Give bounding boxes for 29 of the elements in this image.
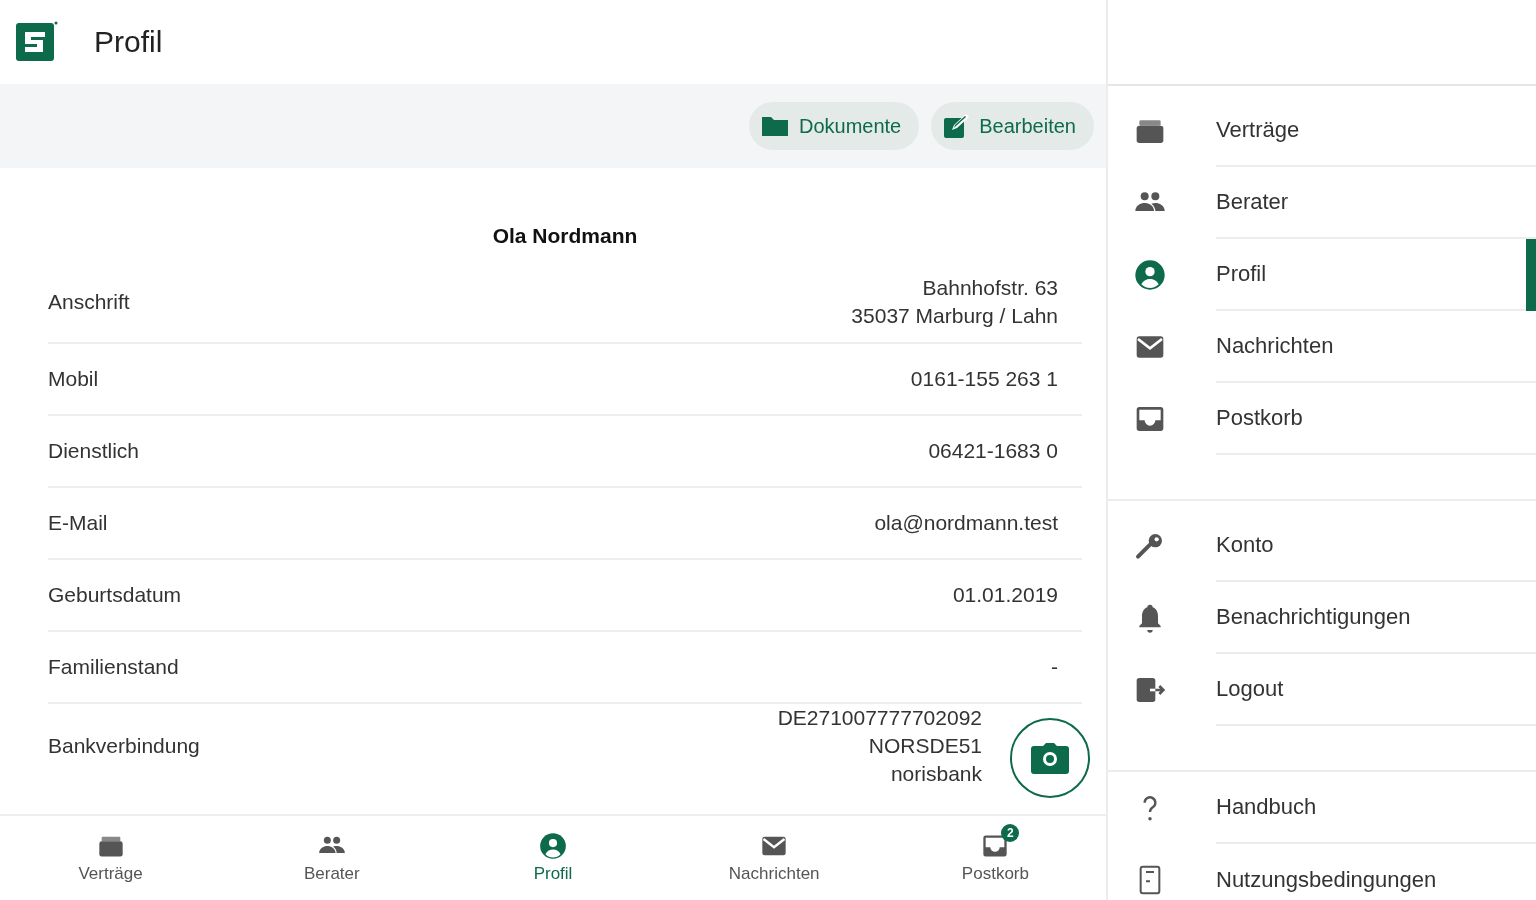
field-value: NORSDE51 xyxy=(868,733,982,759)
page-title: Profil xyxy=(94,25,163,59)
field-value: 35037 Marburg / Lahn xyxy=(851,303,1058,329)
profile-icon xyxy=(539,832,567,860)
field-label: Bankverbindung xyxy=(48,734,200,758)
field-label: Mobil xyxy=(48,367,99,391)
field-value: norisbank xyxy=(890,761,982,787)
folder-icon xyxy=(760,114,789,138)
app-logo xyxy=(14,20,58,64)
field-value: Bahnhofstr. 63 xyxy=(922,275,1058,301)
field-label: Dienstlich xyxy=(48,439,140,463)
field-value: - xyxy=(1051,654,1058,680)
field-label: Familienstand xyxy=(48,655,179,679)
field-value: 01.01.2019 xyxy=(952,582,1058,608)
edit-icon xyxy=(943,113,970,139)
field-value: DE271007777702092 xyxy=(777,705,982,731)
field-label: Geburtsdatum xyxy=(48,583,182,607)
profile-icon xyxy=(1134,259,1166,291)
edit-button[interactable]: Bearbeiten xyxy=(931,102,1094,150)
documents-button[interactable]: Dokumente xyxy=(748,102,920,150)
field-value: 06421-1683 0 xyxy=(928,438,1058,464)
field-value: 0161-155 263 1 xyxy=(910,366,1058,392)
camera-icon xyxy=(1031,742,1069,774)
field-label: E-Mail xyxy=(48,511,108,535)
count-badge: 2 xyxy=(1001,824,1020,842)
field-label: Anschrift xyxy=(48,290,130,314)
profile-name: Ola Nordmann xyxy=(491,224,639,248)
selection-indicator xyxy=(1526,239,1536,311)
field-value: ola@nordmann.test xyxy=(874,510,1058,536)
